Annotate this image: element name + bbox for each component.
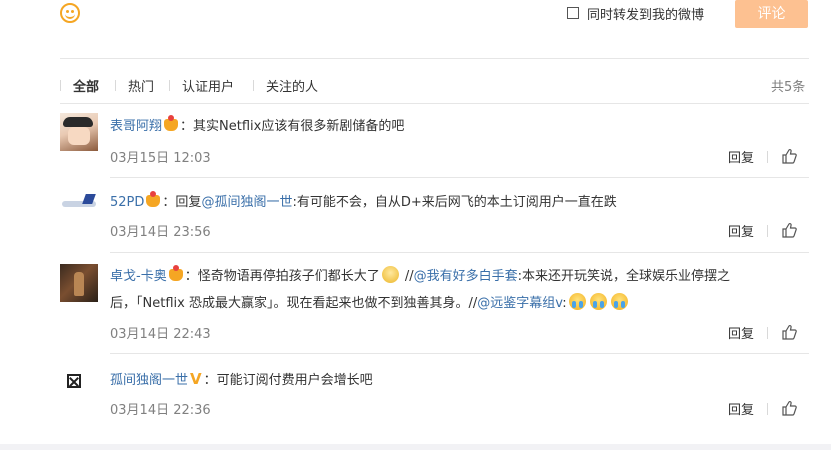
avatar[interactable] [60,113,98,151]
reply-prefix: 回复 [175,195,202,210]
avatar[interactable] [60,184,98,222]
tab-verified-users[interactable]: 认证用户 [182,76,234,95]
tab-hot[interactable]: 热门 [128,76,154,95]
action-separator [767,403,768,415]
username-link[interactable]: 表哥阿翔 [110,119,162,134]
comment-text: 后，「Netflix 恐成最大赢家」。现在看起来也做不到独善其身。// [110,296,478,311]
action-separator [767,327,768,339]
v-verified-icon: V [190,370,202,388]
colon: ： [203,373,217,388]
comment-text: : [562,296,567,311]
username-link[interactable]: 孤间独阁一世 [110,373,188,388]
comment-body: 孤间独阁一世 V ：可能订阅付费用户会增长吧 [110,369,373,391]
crying-face-icon [589,293,607,310]
divider [110,177,809,178]
comment-body: 52PD ：回复@孤间独阁一世:有可能不会，自从D+来后网飞的本土订阅用户一直在跌 [110,191,617,213]
action-separator [767,151,768,163]
comment-text: 怪奇物语再停拍孩子们都长大了 [197,269,380,284]
mention-link[interactable]: @我有好多白手套 [414,269,518,284]
crown-member-icon [164,115,179,131]
reply-button[interactable]: 回复 [728,399,754,418]
tab-separator [169,80,170,91]
reply-button[interactable]: 回复 [728,221,754,240]
tab-separator [115,80,116,91]
tab-all[interactable]: 全部 [73,76,99,95]
crown-member-icon [168,265,183,281]
tab-following[interactable]: 关注的人 [266,76,318,95]
repost-separator: // [400,269,414,284]
comment-text: 其实Netflix应该有很多新剧储备的吧 [193,119,405,134]
reply-button[interactable]: 回复 [728,323,754,342]
thinking-face-icon [381,266,399,283]
thumbs-up-icon[interactable] [781,222,797,238]
forward-checkbox[interactable] [567,7,579,19]
thumbs-up-icon[interactable] [781,400,797,416]
crying-face-icon [610,293,628,310]
comment-body-continued: 后，「Netflix 恐成最大赢家」。现在看起来也做不到独善其身。//@远鉴字幕… [110,293,630,314]
comment-body: 卓戈-卡奥 ：怪奇物语再停拍孩子们都长大了 //@我有好多白手套:本来还开玩笑说，… [110,265,731,287]
crown-member-icon [146,191,161,207]
comment-count: 共5条 [771,80,806,95]
comment-text: 可能订阅付费用户会增长吧 [216,373,373,388]
comment-text: :有可能不会，自从D+来后网飞的本土订阅用户一直在跌 [292,195,617,210]
mention-link[interactable]: @孤间独阁一世 [201,195,292,210]
divider [60,58,809,59]
username-link[interactable]: 卓戈-卡奥 [110,269,167,284]
thumbs-up-icon[interactable] [781,148,797,164]
username-link[interactable]: 52PD [110,195,144,210]
comment-time: 03月15日 12:03 [110,151,211,166]
smiley-face-icon[interactable] [60,3,80,23]
comment-body: 表哥阿翔 ：其实Netflix应该有很多新剧储备的吧 [110,115,405,137]
crying-face-icon [568,293,586,310]
comment-button[interactable]: 评论 [735,0,808,28]
avatar[interactable] [60,366,98,404]
forward-label[interactable]: 同时转发到我的微博 [587,4,704,23]
comment-time: 03月14日 23:56 [110,225,211,240]
divider [110,252,809,253]
reply-button[interactable]: 回复 [728,147,754,166]
divider [60,103,809,104]
colon: ： [180,119,194,134]
colon: ： [162,195,176,210]
action-separator [767,225,768,237]
mention-link[interactable]: @远鉴字幕组v [477,296,562,311]
divider [110,353,809,354]
tab-separator [253,80,254,91]
comment-panel: 同时转发到我的微博 评论 全部 热门 认证用户 关注的人 共5条 表哥阿翔 ：其实… [0,0,831,444]
tab-separator [60,80,61,91]
thumbs-up-icon[interactable] [781,324,797,340]
colon: ： [184,269,198,284]
comment-text: :本来还开玩笑说，全球娱乐业停摆之 [517,269,731,284]
page-background [0,444,831,450]
comment-time: 03月14日 22:36 [110,403,211,418]
avatar[interactable] [60,264,98,302]
comment-time: 03月14日 22:43 [110,327,211,342]
